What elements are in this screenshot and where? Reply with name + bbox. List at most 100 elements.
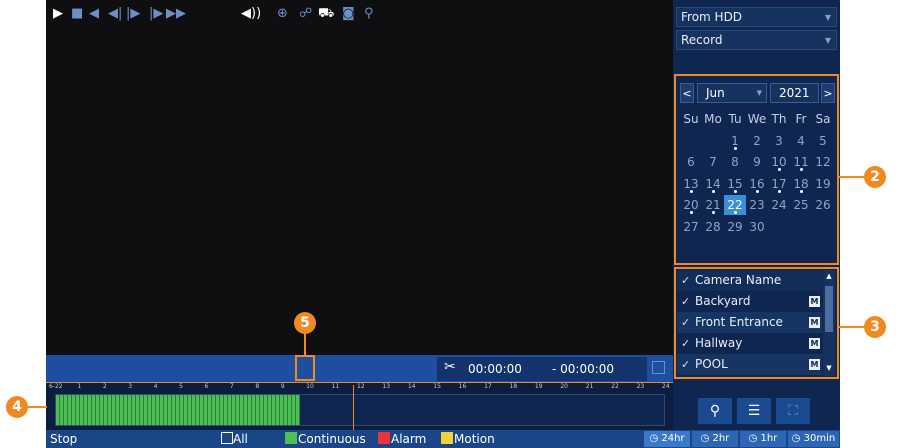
calendar-day-label: 15: [727, 176, 743, 191]
calendar-header: < Jun ▼ 2021 >: [680, 83, 835, 103]
calendar-day[interactable]: 8: [724, 152, 746, 172]
source-select[interactable]: From HDD ▼: [676, 7, 837, 27]
checkbox-icon[interactable]: ✓: [681, 270, 691, 291]
continuous-swatch[interactable]: [285, 432, 297, 444]
timeline-hour-label: 1: [77, 383, 82, 390]
calendar-day[interactable]: 22: [724, 195, 746, 215]
record-type-select[interactable]: Record ▼: [676, 30, 837, 50]
checkbox-icon[interactable]: ✓: [681, 354, 691, 375]
calendar-day[interactable]: 4: [790, 131, 812, 151]
zoom-24hr-label: 24hr: [661, 433, 685, 444]
calendar-day[interactable]: 30: [746, 217, 768, 237]
calendar-day[interactable]: 12: [812, 152, 834, 172]
calendar-day[interactable]: 25: [790, 195, 812, 215]
pin-icon[interactable]: ⚲: [364, 5, 374, 23]
calendar-day-label: 5: [819, 133, 827, 148]
camera-list-scrollbar[interactable]: ▲ ▼: [823, 270, 835, 376]
calendar-day[interactable]: 28: [702, 217, 724, 237]
calendar-day-label: 13: [683, 176, 699, 191]
calendar-day[interactable]: 15: [724, 174, 746, 194]
calendar-day[interactable]: 27: [680, 217, 702, 237]
zoom-30min-label: 30min: [803, 433, 836, 444]
save-clip-icon[interactable]: [652, 361, 665, 374]
zoom-2hr-label: 2hr: [712, 433, 730, 444]
next-month-button[interactable]: >: [821, 83, 835, 103]
clip-end-time[interactable]: - 00:00:00: [552, 357, 614, 381]
scroll-up-icon[interactable]: ▲: [825, 272, 833, 280]
calendar-day[interactable]: 19: [812, 174, 834, 194]
vehicle-detect-icon[interactable]: ⛟: [318, 5, 334, 23]
calendar-day-label: 11: [793, 155, 809, 169]
calendar-day[interactable]: 7: [702, 152, 724, 172]
reverse-play-icon[interactable]: ◀: [89, 5, 99, 23]
calendar-day[interactable]: 11: [790, 152, 812, 172]
snapshot-icon[interactable]: ◙: [342, 5, 355, 23]
fullscreen-button[interactable]: ⛶: [776, 398, 810, 424]
calendar-day[interactable]: 18: [790, 174, 812, 194]
motion-swatch[interactable]: [441, 432, 453, 444]
fast-forward-icon[interactable]: ▶▶: [166, 5, 186, 23]
camera-item[interactable]: ✓ POOL M: [677, 354, 822, 375]
scrollbar-thumb[interactable]: [825, 286, 833, 332]
continuous-recording-segment: [56, 395, 300, 425]
checkbox-icon[interactable]: ✓: [681, 333, 691, 354]
calendar-day[interactable]: 21: [702, 195, 724, 215]
calendar-day[interactable]: 17: [768, 174, 790, 194]
scissors-icon[interactable]: ✂: [444, 359, 456, 375]
zoom-icon[interactable]: ⊕: [277, 5, 288, 23]
smart-search-button[interactable]: ⚲: [698, 398, 732, 424]
smart-search-highlight: [295, 355, 315, 381]
clip-start-time[interactable]: 00:00:00: [468, 357, 522, 381]
calendar-day[interactable]: 16: [746, 174, 768, 194]
record-indicator-dot: [690, 189, 693, 193]
prev-month-button[interactable]: <: [680, 83, 694, 103]
calendar-day[interactable]: 5: [812, 131, 834, 151]
zoom-24hr-button[interactable]: ◷ 24hr: [644, 431, 690, 447]
step-forward-icon[interactable]: |▶: [126, 5, 140, 23]
calendar-day[interactable]: 6: [680, 152, 702, 172]
timeline-hour-label: 13: [382, 383, 391, 390]
calendar-day[interactable]: 13: [680, 174, 702, 194]
list-view-button[interactable]: ☰: [737, 398, 771, 424]
zoom-30min-button[interactable]: ◷ 30min: [788, 431, 839, 447]
calendar-day[interactable]: 26: [812, 195, 834, 215]
video-playback-area[interactable]: [46, 0, 673, 355]
calendar-day[interactable]: 10: [768, 152, 790, 172]
zoom-1hr-button[interactable]: ◷ 1hr: [740, 431, 786, 447]
calendar-day[interactable]: 2: [746, 131, 768, 151]
record-indicator-dot: [734, 211, 737, 214]
calendar-day[interactable]: 1: [724, 131, 746, 151]
calendar-day[interactable]: 23: [746, 195, 768, 215]
record-indicator-dot: [756, 189, 759, 193]
play-icon[interactable]: ▶: [53, 5, 63, 23]
calendar-day[interactable]: 29: [724, 217, 746, 237]
alarm-swatch[interactable]: [378, 432, 390, 444]
calendar-day[interactable]: 9: [746, 152, 768, 172]
stop-icon[interactable]: ■: [71, 5, 83, 23]
calendar-day[interactable]: 3: [768, 131, 790, 151]
all-checkbox[interactable]: [221, 432, 233, 444]
timeline-hour-label: 20: [560, 383, 568, 390]
timeline-hour-label: 15: [433, 383, 441, 390]
camera-item[interactable]: ✓ Front Entrance M: [677, 312, 822, 333]
scroll-down-icon[interactable]: ▼: [825, 364, 833, 372]
camera-item[interactable]: ✓ Hallway M: [677, 333, 822, 354]
checkbox-icon[interactable]: ✓: [681, 312, 691, 333]
person-detect-icon[interactable]: ☍: [299, 5, 312, 23]
zoom-2hr-button[interactable]: ◷ 2hr: [692, 431, 738, 447]
year-select[interactable]: 2021: [770, 83, 819, 103]
calendar-day[interactable]: 24: [768, 195, 790, 215]
step-back-icon[interactable]: ◀|: [108, 5, 122, 23]
camera-list-header[interactable]: ✓ Camera Name: [677, 270, 822, 291]
timeline-cursor[interactable]: [353, 385, 354, 430]
motion-badge: M: [809, 359, 820, 370]
checkbox-icon[interactable]: ✓: [681, 291, 691, 312]
callout-4: 4: [6, 396, 28, 418]
volume-icon[interactable]: ◀)): [241, 5, 261, 23]
camera-item[interactable]: ✓ Backyard M: [677, 291, 822, 312]
month-select[interactable]: Jun ▼: [697, 83, 767, 103]
timeline-hour-label: 4: [153, 383, 158, 390]
calendar-day[interactable]: 20: [680, 195, 702, 215]
slow-icon[interactable]: |▶: [149, 5, 163, 23]
calendar-day[interactable]: 14: [702, 174, 724, 194]
